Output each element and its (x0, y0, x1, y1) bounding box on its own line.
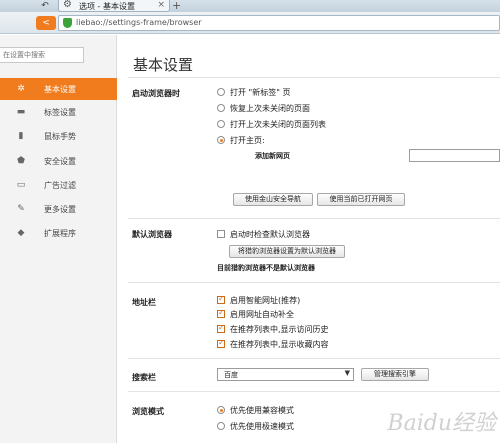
divider (128, 77, 500, 78)
option-label: 启动时检查默认浏览器 (230, 230, 310, 239)
sidebar-item-label: 鼠标手势 (44, 132, 76, 141)
selected-engine: 百度 (224, 371, 238, 379)
settings-search-box[interactable] (0, 47, 84, 63)
new-tab-button[interactable]: + (172, 0, 181, 12)
radio-button[interactable] (217, 120, 225, 128)
settings-search-input[interactable] (0, 48, 83, 62)
url-text: liebao://settings-frame/browser (76, 18, 202, 27)
search-bar-section-label: 搜索栏 (132, 373, 156, 382)
set-default-browser-button[interactable]: 将猎豹浏览器设置为默认浏览器 (229, 245, 345, 258)
option-label: 打开主页: (230, 136, 265, 145)
tab-back-arrow-icon[interactable]: ↶ (38, 0, 52, 12)
page-title: 基本设置 (133, 56, 194, 74)
wrench-icon: ✎ (17, 204, 25, 214)
divider (128, 282, 500, 283)
puzzle-icon: ◆ (17, 228, 25, 238)
sidebar-item-label: 基本设置 (44, 85, 76, 94)
option-label: 启用网址自动补全 (230, 310, 294, 319)
sidebar-item-basic[interactable]: ✲ 基本设置 (0, 78, 117, 100)
settings-main-panel: 基本设置 启动浏览器时 打开 "新标签" 页 恢复上次未关闭的页面 打开上次未关… (118, 35, 500, 443)
address-field[interactable]: liebao://settings-frame/browser (58, 15, 500, 31)
manage-search-engines-button[interactable]: 管理搜索引擎 (361, 368, 429, 381)
sidebar-item-extensions[interactable]: ◆ 扩展程序 (0, 222, 117, 244)
back-button[interactable]: < (36, 16, 56, 30)
homepage-url-input[interactable] (409, 149, 500, 162)
startup-section-label: 启动浏览器时 (132, 89, 180, 98)
radio-button[interactable] (217, 422, 225, 430)
radio-button-selected[interactable] (217, 406, 225, 414)
checkbox-checked[interactable] (217, 323, 225, 333)
sidebar-item-tabs[interactable]: ▬ 标签设置 (0, 101, 117, 123)
mouse-icon: ▮ (18, 131, 24, 141)
sidebar-item-ad-filter[interactable]: ▭ 广告过滤 (0, 174, 117, 196)
checkbox-checked[interactable] (217, 294, 225, 304)
sidebar-item-mouse-gestures[interactable]: ▮ 鼠标手势 (0, 125, 117, 147)
option-label: 优先使用兼容模式 (230, 406, 294, 415)
checkbox-checked[interactable] (217, 308, 225, 318)
sidebar-item-label: 扩展程序 (44, 229, 76, 238)
option-label: 在推荐列表中,显示收藏内容 (230, 340, 329, 349)
close-tab-icon[interactable]: × (157, 0, 165, 10)
browse-mode-section-label: 浏览模式 (132, 407, 164, 416)
option-label: 启用智能网址(推荐) (230, 296, 301, 305)
tab-strip: ↶ ⚙ 选项 - 基本设置 × + (0, 0, 500, 12)
address-bar-section-label: 地址栏 (132, 298, 156, 307)
option-label: 优先使用极速模式 (230, 422, 294, 431)
option-label: 恢复上次未关闭的页面 (230, 104, 310, 113)
divider (128, 358, 500, 359)
option-label: 在推荐列表中,显示访问历史 (230, 325, 329, 334)
settings-sidebar: ✲ 基本设置 ▬ 标签设置 ▮ 鼠标手势 ⬟ 安全设置 ▭ 广告过滤 ✎ 更多设… (0, 35, 117, 443)
divider (128, 391, 500, 392)
checkbox-checked[interactable] (217, 338, 225, 348)
gear-icon: ✲ (17, 84, 25, 94)
use-jinshan-nav-button[interactable]: 使用金山安全导航 (233, 193, 313, 206)
dropdown-arrow-icon: ▼ (344, 369, 350, 377)
sidebar-item-label: 广告过滤 (44, 181, 76, 190)
sidebar-item-label: 安全设置 (44, 157, 76, 166)
baidu-watermark: Baidu经验 (387, 411, 496, 436)
homepage-add-label: 添加新网页 (255, 152, 290, 160)
shield-icon: ⬟ (17, 156, 25, 166)
sidebar-item-label: 标签设置 (44, 108, 76, 117)
sidebar-item-label: 更多设置 (44, 205, 76, 214)
checkbox[interactable] (217, 230, 225, 238)
tab-settings[interactable]: ⚙ 选项 - 基本设置 × (58, 0, 170, 12)
use-current-pages-button[interactable]: 使用当前已打开网页 (317, 193, 405, 206)
tab-icon: ▬ (16, 107, 26, 117)
ad-filter-icon: ▭ (16, 180, 26, 190)
radio-button[interactable] (217, 88, 225, 96)
radio-button[interactable] (217, 104, 225, 112)
divider (128, 218, 500, 219)
default-browser-section-label: 默认浏览器 (132, 230, 172, 239)
navigation-bar: < liebao://settings-frame/browser (0, 12, 500, 34)
settings-gear-icon: ⚙ (63, 0, 72, 10)
secure-shield-icon (63, 18, 72, 28)
tab-title: 选项 - 基本设置 (79, 2, 135, 11)
sidebar-item-more-settings[interactable]: ✎ 更多设置 (0, 198, 117, 220)
search-engine-select[interactable]: 百度 ▼ (217, 368, 354, 381)
default-browser-status: 目前猎豹浏览器不是默认浏览器 (217, 264, 315, 272)
radio-button-selected[interactable] (217, 136, 225, 144)
option-label: 打开 "新标签" 页 (230, 88, 291, 97)
sidebar-item-security[interactable]: ⬟ 安全设置 (0, 150, 117, 172)
option-label: 打开上次未关闭的页面列表 (230, 120, 326, 129)
